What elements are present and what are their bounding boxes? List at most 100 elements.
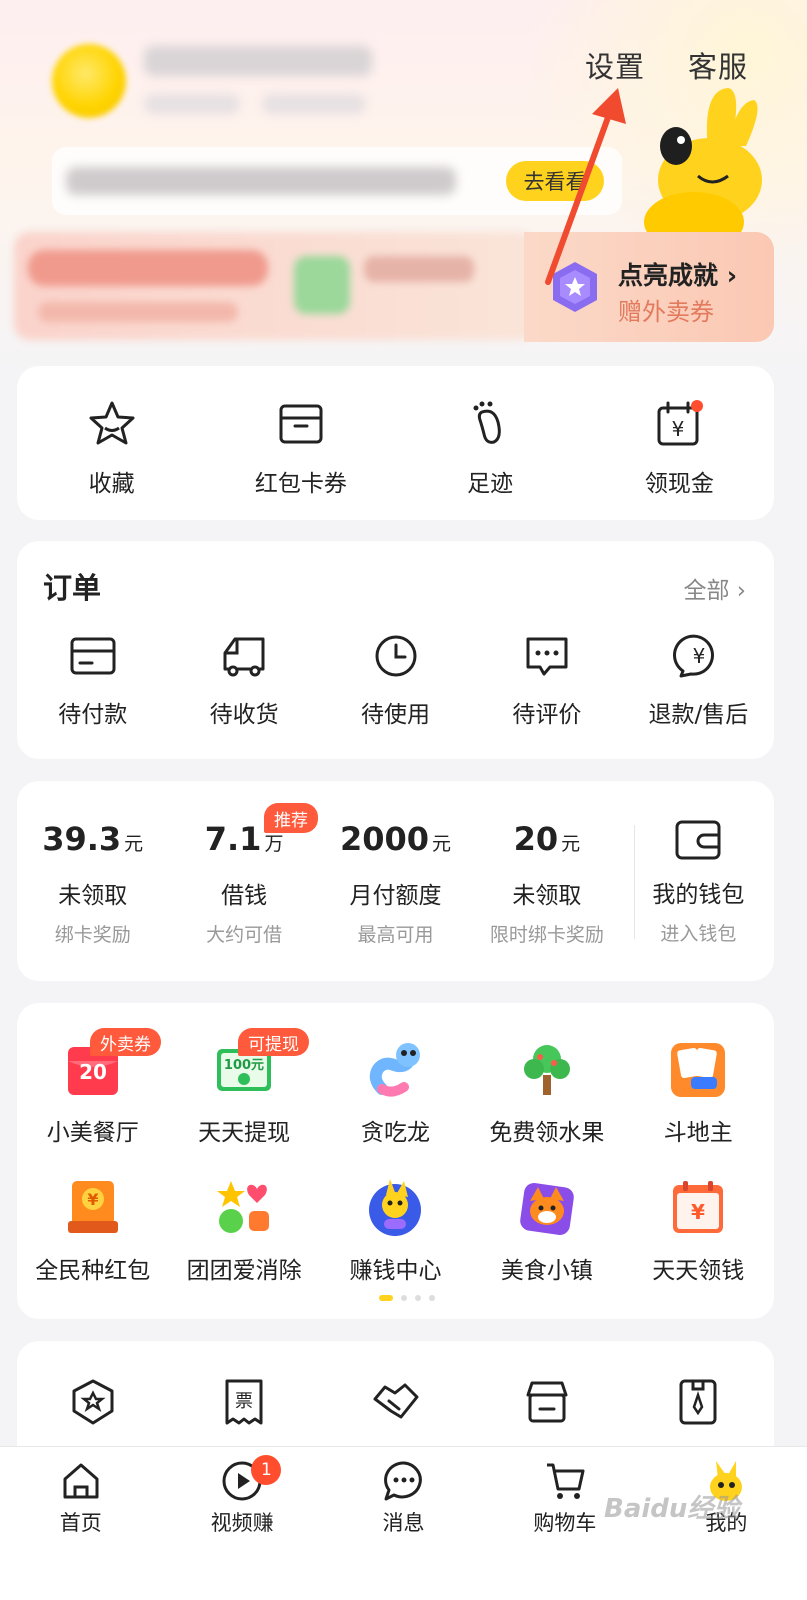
fruit-tree-icon bbox=[523, 1045, 570, 1095]
wallet-name: 未领取 bbox=[512, 883, 582, 909]
quick-footprint[interactable]: 足迹 bbox=[396, 366, 585, 520]
poker-cards-icon bbox=[671, 1043, 726, 1097]
badge-star-icon bbox=[72, 1379, 114, 1425]
game-label: 全民种红包 bbox=[35, 1258, 151, 1284]
service-entry[interactable] bbox=[17, 1377, 168, 1427]
game-label: 天天提现 bbox=[198, 1120, 291, 1146]
wallet-divider bbox=[634, 825, 635, 939]
svg-text:¥: ¥ bbox=[87, 1190, 98, 1209]
orders-all-link[interactable]: 全部 › bbox=[683, 571, 746, 605]
tab-label: 首页 bbox=[59, 1511, 102, 1535]
handshake-icon bbox=[373, 1383, 419, 1419]
wallet-monthly-pay[interactable]: 2000 元 月付额度 最高可用 bbox=[320, 819, 471, 981]
game-match-elimination[interactable]: 团团爱消除 bbox=[168, 1177, 319, 1285]
svg-text:¥: ¥ bbox=[672, 417, 685, 441]
wallet-sub: 限时绑卡奖励 bbox=[489, 924, 604, 946]
wallet-unit: 万 bbox=[264, 833, 284, 855]
cart-icon bbox=[546, 1463, 585, 1499]
refund-icon: ¥ bbox=[673, 634, 715, 678]
game-label: 小美餐厅 bbox=[46, 1120, 139, 1146]
chat-icon bbox=[383, 1461, 422, 1501]
achievement-subtitle: 赠外卖券 bbox=[618, 298, 714, 326]
home-icon bbox=[63, 1463, 99, 1499]
game-label: 斗地主 bbox=[663, 1120, 733, 1146]
quick-favorites[interactable]: 收藏 bbox=[17, 366, 206, 520]
game-label: 贪吃龙 bbox=[360, 1120, 430, 1146]
kangaroo-game-icon bbox=[369, 1179, 422, 1236]
baidu-watermark: Baidu经验 bbox=[604, 1494, 740, 1524]
recommend-tag: 推荐 bbox=[264, 803, 318, 833]
achievement-title: 点亮成就 › bbox=[618, 261, 738, 290]
game-food-town[interactable]: 美食小镇 bbox=[471, 1177, 622, 1285]
tab-home[interactable]: 首页 bbox=[0, 1447, 161, 1556]
match-candy-icon bbox=[217, 1181, 270, 1233]
order-pending-delivery[interactable]: 待收货 bbox=[168, 631, 319, 729]
ticket-icon: 票 bbox=[225, 1379, 263, 1425]
game-doudizhu[interactable]: 斗地主 bbox=[623, 1039, 774, 1147]
wallet-unit: 元 bbox=[432, 833, 452, 855]
service-entry[interactable] bbox=[320, 1377, 471, 1427]
wallet-sub: 大约可借 bbox=[206, 924, 283, 946]
wallet-value: 2000 bbox=[339, 820, 430, 858]
quick-coupons[interactable]: 红包卡券 bbox=[206, 366, 395, 520]
game-plant-red-envelope[interactable]: ¥ 全民种红包 bbox=[17, 1177, 168, 1285]
svg-text:票: 票 bbox=[235, 1391, 253, 1412]
comment-icon bbox=[526, 637, 568, 676]
game-label: 团团爱消除 bbox=[186, 1258, 302, 1284]
service-entry[interactable]: 票 bbox=[168, 1377, 319, 1427]
wallet-value: 7.1 bbox=[204, 820, 262, 858]
clock-icon bbox=[375, 635, 417, 677]
go-see-button[interactable]: 去看看 bbox=[506, 161, 604, 201]
tab-label: 消息 bbox=[382, 1511, 425, 1535]
order-pending-review[interactable]: 待评价 bbox=[471, 631, 622, 729]
tab-messages[interactable]: 消息 bbox=[323, 1447, 484, 1556]
promo-blurred bbox=[14, 232, 534, 340]
game-label: 天天领钱 bbox=[652, 1258, 745, 1284]
snake-dragon-icon bbox=[370, 1043, 421, 1097]
member-banner[interactable]: 去看看 bbox=[52, 147, 622, 215]
orders-card: 订单 全部 › 待付款 待收货 待使用 待评价 ¥ 退款/售后 bbox=[17, 541, 774, 759]
truck-icon bbox=[223, 637, 265, 677]
game-label: 免费领水果 bbox=[489, 1120, 605, 1146]
id-card-icon bbox=[679, 1379, 717, 1425]
wallet-name: 借钱 bbox=[221, 883, 268, 909]
quick-cash[interactable]: ¥ 领现金 bbox=[585, 366, 774, 520]
wallet-borrow[interactable]: 7.1 万 借钱 大约可借 bbox=[168, 819, 319, 981]
game-daily-money[interactable]: ¥ 天天领钱 bbox=[623, 1177, 774, 1285]
game-snake-dragon[interactable]: 贪吃龙 bbox=[320, 1039, 471, 1147]
order-pending-payment[interactable]: 待付款 bbox=[17, 631, 168, 729]
yen-calendar-icon: ¥ bbox=[673, 1181, 724, 1233]
order-pending-use[interactable]: 待使用 bbox=[320, 631, 471, 729]
order-label: 退款/售后 bbox=[648, 702, 749, 728]
achievement-badge-icon bbox=[553, 262, 597, 312]
wallet-unit: 元 bbox=[561, 833, 581, 855]
order-label: 待收货 bbox=[209, 702, 279, 728]
wallet-bind-reward[interactable]: 39.3 元 未领取 绑卡奖励 bbox=[17, 819, 168, 981]
waimai-coupon-tag: 外卖券 bbox=[90, 1028, 161, 1056]
banner-text-blurred bbox=[66, 167, 456, 195]
calendar-yen-icon: ¥ bbox=[657, 400, 704, 446]
svg-text:¥: ¥ bbox=[691, 1200, 705, 1224]
wallet-name: 月付额度 bbox=[349, 883, 442, 909]
wallet-icon bbox=[675, 820, 721, 860]
page-indicator bbox=[379, 1295, 435, 1301]
username-blurred bbox=[144, 46, 372, 76]
game-label: 美食小镇 bbox=[500, 1258, 593, 1284]
my-wallet-entry[interactable]: 我的钱包 进入钱包 bbox=[623, 819, 774, 981]
order-refund[interactable]: ¥ 退款/售后 bbox=[623, 631, 774, 729]
card-icon bbox=[70, 637, 116, 675]
achievement-entry[interactable]: 点亮成就 › 赠外卖券 bbox=[524, 232, 774, 342]
store-icon bbox=[526, 1381, 568, 1423]
tab-video-earn[interactable]: 视频赚 1 bbox=[161, 1447, 322, 1556]
wallet-limited-reward[interactable]: 20 元 未领取 限时绑卡奖励 bbox=[471, 819, 622, 981]
game-earn-center[interactable]: 赚钱中心 bbox=[320, 1177, 471, 1285]
user-info-blurred bbox=[144, 94, 240, 114]
quick-label: 收藏 bbox=[88, 471, 135, 497]
game-free-fruit[interactable]: 免费领水果 bbox=[471, 1039, 622, 1147]
service-entry[interactable] bbox=[471, 1377, 622, 1427]
user-info-blurred bbox=[262, 94, 366, 114]
quick-label: 领现金 bbox=[644, 471, 714, 497]
avatar[interactable] bbox=[52, 44, 126, 118]
service-entry[interactable] bbox=[623, 1377, 774, 1427]
order-label: 待评价 bbox=[512, 702, 582, 728]
